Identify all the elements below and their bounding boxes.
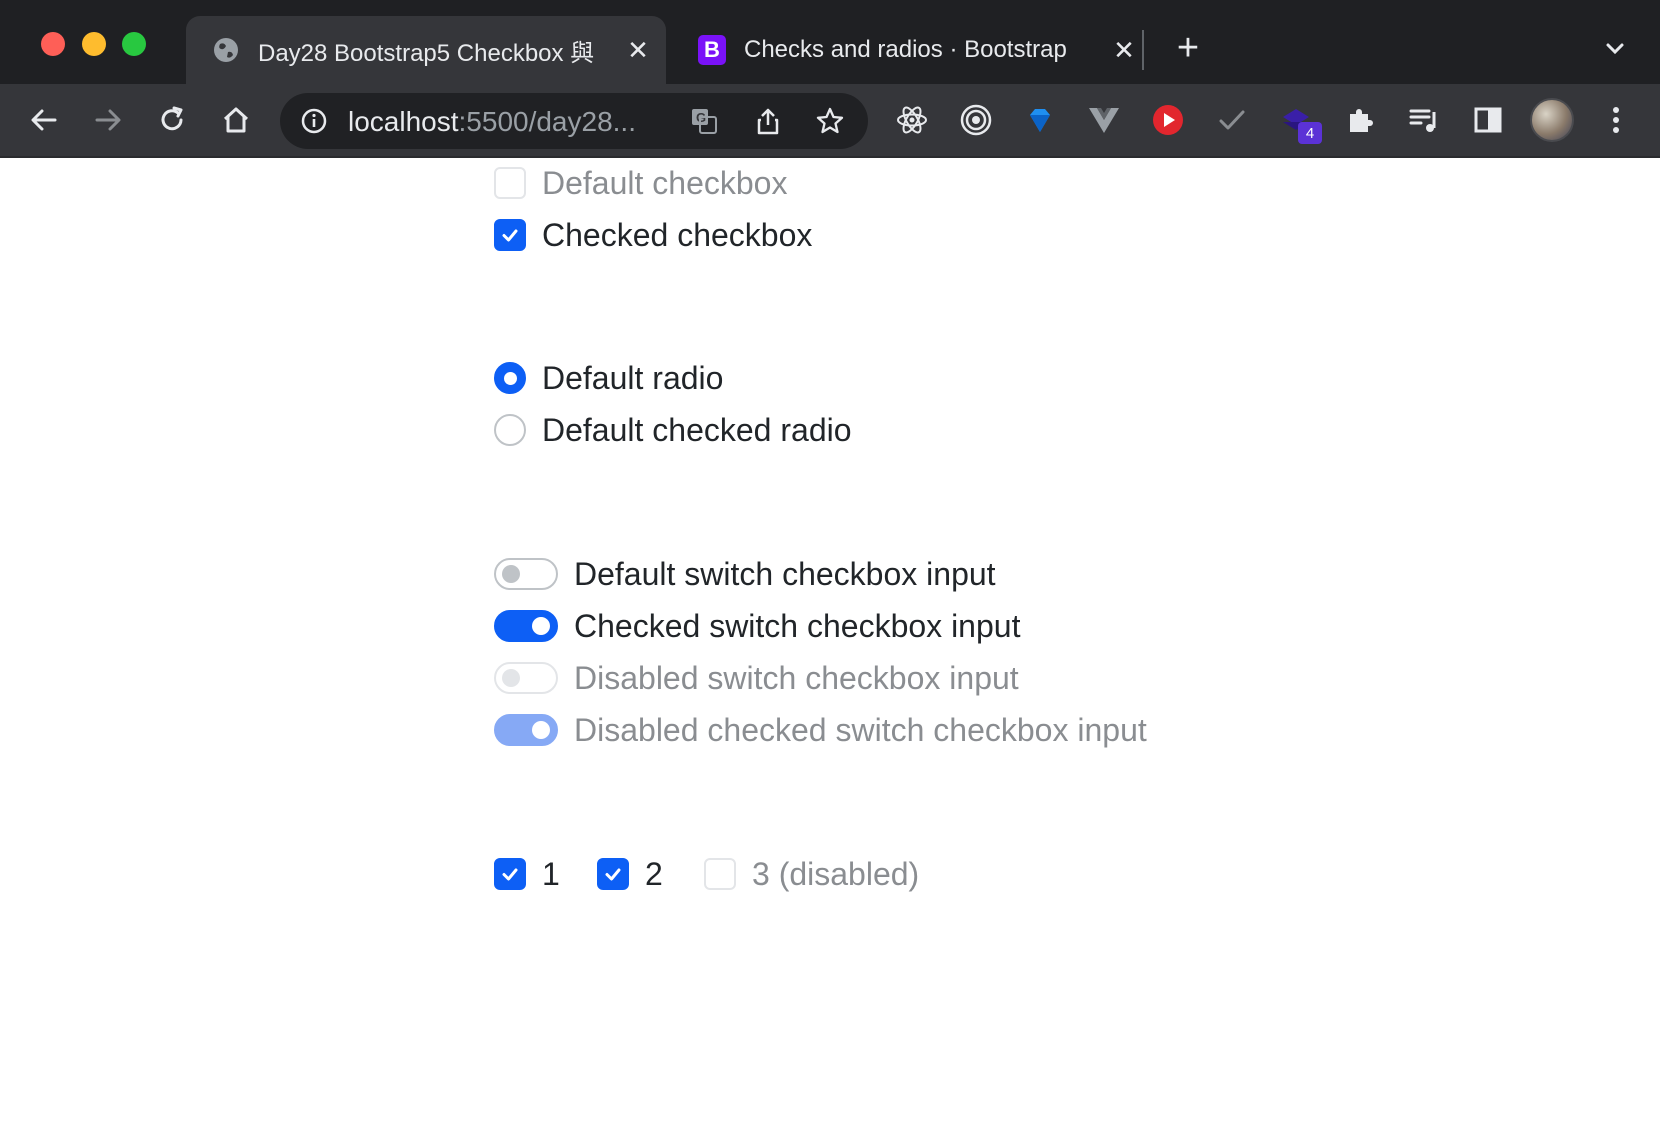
- back-arrow-icon[interactable]: [24, 100, 64, 140]
- tab-divider: [1142, 30, 1144, 70]
- tab-title: Day28 Bootstrap5 Checkbox 與: [258, 39, 595, 67]
- checkmark-extension-icon[interactable]: [1212, 100, 1252, 140]
- switch-label: Disabled switch checkbox input: [574, 659, 1019, 696]
- play-extension-icon[interactable]: [1148, 100, 1188, 140]
- checkbox-label: 2: [645, 855, 663, 892]
- switch-label: Disabled checked switch checkbox input: [574, 711, 1147, 748]
- bootstrap-icon: B: [698, 35, 726, 65]
- tab-strip: Day28 Bootstrap5 Checkbox 與 ✕ B Checks a…: [0, 0, 1660, 84]
- checkbox-box: [704, 858, 736, 890]
- switch-knob: [502, 565, 520, 583]
- checkbox-label: 1: [542, 855, 560, 892]
- checkbox-label: 3 (disabled): [752, 855, 920, 892]
- radio-label: Default radio: [542, 359, 724, 396]
- switch-disabled-checked: Disabled checked switch checkbox input: [494, 710, 1147, 750]
- radio-button[interactable]: [494, 414, 526, 446]
- url-text: localhost:5500/day28...: [348, 106, 636, 138]
- switch-default[interactable]: Default switch checkbox input: [494, 554, 996, 594]
- tab-title: Checks and radios · Bootstrap: [744, 36, 1067, 63]
- inline-checkbox-3: 3 (disabled): [704, 854, 919, 894]
- tab-search-chevron-icon[interactable]: [1600, 34, 1630, 64]
- minimize-window-button[interactable]: [82, 32, 106, 56]
- page-content: [0, 160, 1660, 1140]
- close-tab-icon[interactable]: ✕: [624, 35, 652, 66]
- bookmark-star-icon[interactable]: [814, 105, 846, 137]
- share-icon[interactable]: [752, 105, 784, 137]
- close-window-button[interactable]: [41, 32, 65, 56]
- switch-disabled: Disabled switch checkbox input: [494, 658, 1019, 698]
- close-tab-icon[interactable]: ✕: [1110, 35, 1138, 66]
- checkbox-label: Default checkbox: [542, 164, 788, 201]
- home-icon[interactable]: [216, 100, 256, 140]
- switch-toggle: [494, 662, 558, 694]
- radio-default[interactable]: Default radio: [494, 358, 723, 398]
- media-queue-icon[interactable]: [1404, 100, 1444, 140]
- react-devtools-icon[interactable]: [892, 100, 932, 140]
- checkmark-icon[interactable]: [597, 858, 629, 890]
- checkmark-icon[interactable]: [494, 858, 526, 890]
- radio-label: Default checked radio: [542, 411, 852, 448]
- switch-toggle[interactable]: [494, 558, 558, 590]
- maximize-window-button[interactable]: [122, 32, 146, 56]
- switch-label: Checked switch checkbox input: [574, 607, 1021, 644]
- switch-knob: [532, 721, 550, 739]
- reload-icon[interactable]: [152, 100, 192, 140]
- globe-icon: [212, 36, 240, 64]
- switch-knob: [502, 669, 520, 687]
- bootstrap-favicon-letter: B: [698, 35, 726, 65]
- checkbox-box[interactable]: [494, 167, 526, 199]
- url-path: :5500/day28...: [458, 106, 636, 137]
- profile-avatar[interactable]: [1530, 98, 1574, 142]
- tab-bootstrap-docs[interactable]: B Checks and radios · Bootstrap ✕: [672, 16, 1142, 84]
- tab-day28[interactable]: Day28 Bootstrap5 Checkbox 與 ✕: [186, 16, 666, 84]
- switch-checked[interactable]: Checked switch checkbox input: [494, 606, 1020, 646]
- switch-toggle: [494, 714, 558, 746]
- translate-icon[interactable]: G: [688, 105, 720, 137]
- switch-knob: [532, 617, 550, 635]
- url-host: localhost: [348, 106, 459, 137]
- ruby-gem-extension-icon[interactable]: [1020, 100, 1060, 140]
- target-extension-icon[interactable]: [956, 100, 996, 140]
- checkbox-label: Checked checkbox: [542, 216, 813, 253]
- radio-dot: [503, 371, 517, 385]
- checkbox-checked[interactable]: Checked checkbox: [494, 215, 812, 255]
- address-bar[interactable]: localhost:5500/day28... G: [280, 93, 868, 149]
- switch-label: Default switch checkbox input: [574, 555, 996, 592]
- checkmark-icon[interactable]: [494, 219, 526, 251]
- browser-toolbar: localhost:5500/day28... G 4: [0, 84, 1660, 158]
- radio-default-checked[interactable]: Default checked radio: [494, 410, 852, 450]
- new-tab-button[interactable]: +: [1170, 28, 1206, 68]
- switch-toggle[interactable]: [494, 610, 558, 642]
- site-info-icon[interactable]: [300, 107, 328, 135]
- side-panel-icon[interactable]: [1468, 100, 1508, 140]
- puzzle-extensions-icon[interactable]: [1340, 100, 1380, 140]
- extension-badge: 4: [1298, 122, 1322, 144]
- inline-checkbox-2[interactable]: 2: [597, 854, 663, 894]
- layers-extension-icon[interactable]: 4: [1276, 100, 1322, 144]
- vue-devtools-icon[interactable]: [1084, 100, 1124, 140]
- forward-arrow-icon[interactable]: [88, 100, 128, 140]
- inline-checkbox-1[interactable]: 1: [494, 854, 560, 894]
- browser-menu-icon[interactable]: [1596, 100, 1636, 140]
- radio-button[interactable]: [494, 362, 526, 394]
- checkbox-default[interactable]: Default checkbox: [494, 163, 787, 203]
